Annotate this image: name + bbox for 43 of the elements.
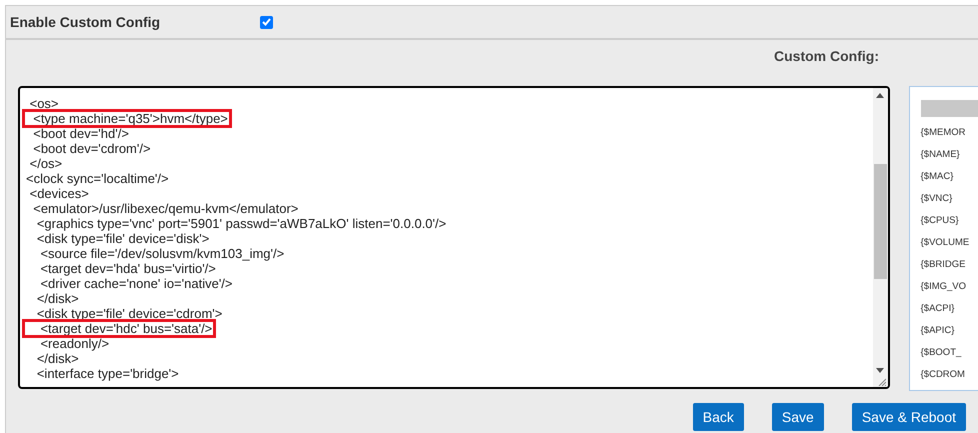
panel-header-bar (920, 100, 978, 117)
code-line: <boot dev='hd'/> (32, 126, 130, 141)
back-button[interactable]: Back (692, 403, 744, 431)
scroll-down-icon[interactable] (876, 368, 884, 373)
code-line: <readonly/> (39, 336, 110, 351)
code-line: </disk> (36, 351, 80, 366)
variable-item[interactable]: {$MAC} (920, 166, 978, 188)
variable-item[interactable]: {$APIC} (920, 320, 978, 342)
scroll-up-icon[interactable] (876, 93, 884, 98)
code-line: </disk> (36, 291, 80, 306)
code-line: <graphics type='vnc' port='5901' passwd='aWB7aLkO' listen='0.0.0.0'/> (36, 216, 448, 231)
variable-item[interactable]: {$NAME} (920, 144, 978, 166)
resize-handle-icon[interactable] (878, 378, 886, 386)
save-and-reboot-button[interactable]: Save & Reboot (852, 403, 966, 431)
enable-custom-config-label: Enable Custom Config (10, 14, 162, 30)
code-line: <emulator>/usr/libexec/qemu-kvm</emulator> (32, 201, 300, 216)
code-line: <driver cache='none' io='native'/> (39, 276, 234, 291)
save-button[interactable]: Save (772, 403, 824, 431)
code-line: <boot dev='cdrom'/> (32, 141, 152, 156)
code-line: <devices> (28, 186, 90, 201)
code-line: <target dev='hda' bus='virtio'/> (39, 261, 217, 276)
code-line: </os> (28, 156, 64, 171)
scrollbar[interactable] (872, 88, 888, 387)
variable-item[interactable]: {$VNC} (920, 188, 978, 210)
code-line: <source file='/dev/solusvm/kvm103_img'/> (39, 246, 286, 261)
variable-item[interactable]: {$ACPI} (920, 298, 978, 320)
enable-checkbox[interactable] (260, 16, 273, 28)
code-line: <disk type='file' device='cdrom'> (36, 306, 224, 321)
code-line: <clock sync='localtime'/> (25, 171, 170, 186)
highlighted-code-line: <target dev='hdc' bus='sata'/> (24, 321, 214, 336)
code-line: <interface type='bridge'> (36, 366, 180, 381)
variable-item[interactable]: {$CPUS} (920, 210, 978, 232)
variable-item[interactable]: {$CDROM (920, 364, 978, 386)
variable-item[interactable]: {$MEMOR (920, 122, 978, 144)
code-line: <disk type='file' device='disk'> (36, 231, 210, 246)
config-textarea[interactable] (18, 86, 890, 389)
highlighted-code-line: <type machine='q35'>hvm</type> (24, 111, 230, 126)
code-line: <os> (28, 96, 60, 111)
variable-item[interactable]: {$IMG_VO (920, 276, 978, 298)
custom-config-label: Custom Config: (774, 48, 879, 66)
variable-item[interactable]: {$BOOT_ (920, 342, 978, 364)
variable-item[interactable]: {$VOLUME (920, 232, 978, 254)
variable-item[interactable]: {$BRIDGE (920, 254, 978, 276)
